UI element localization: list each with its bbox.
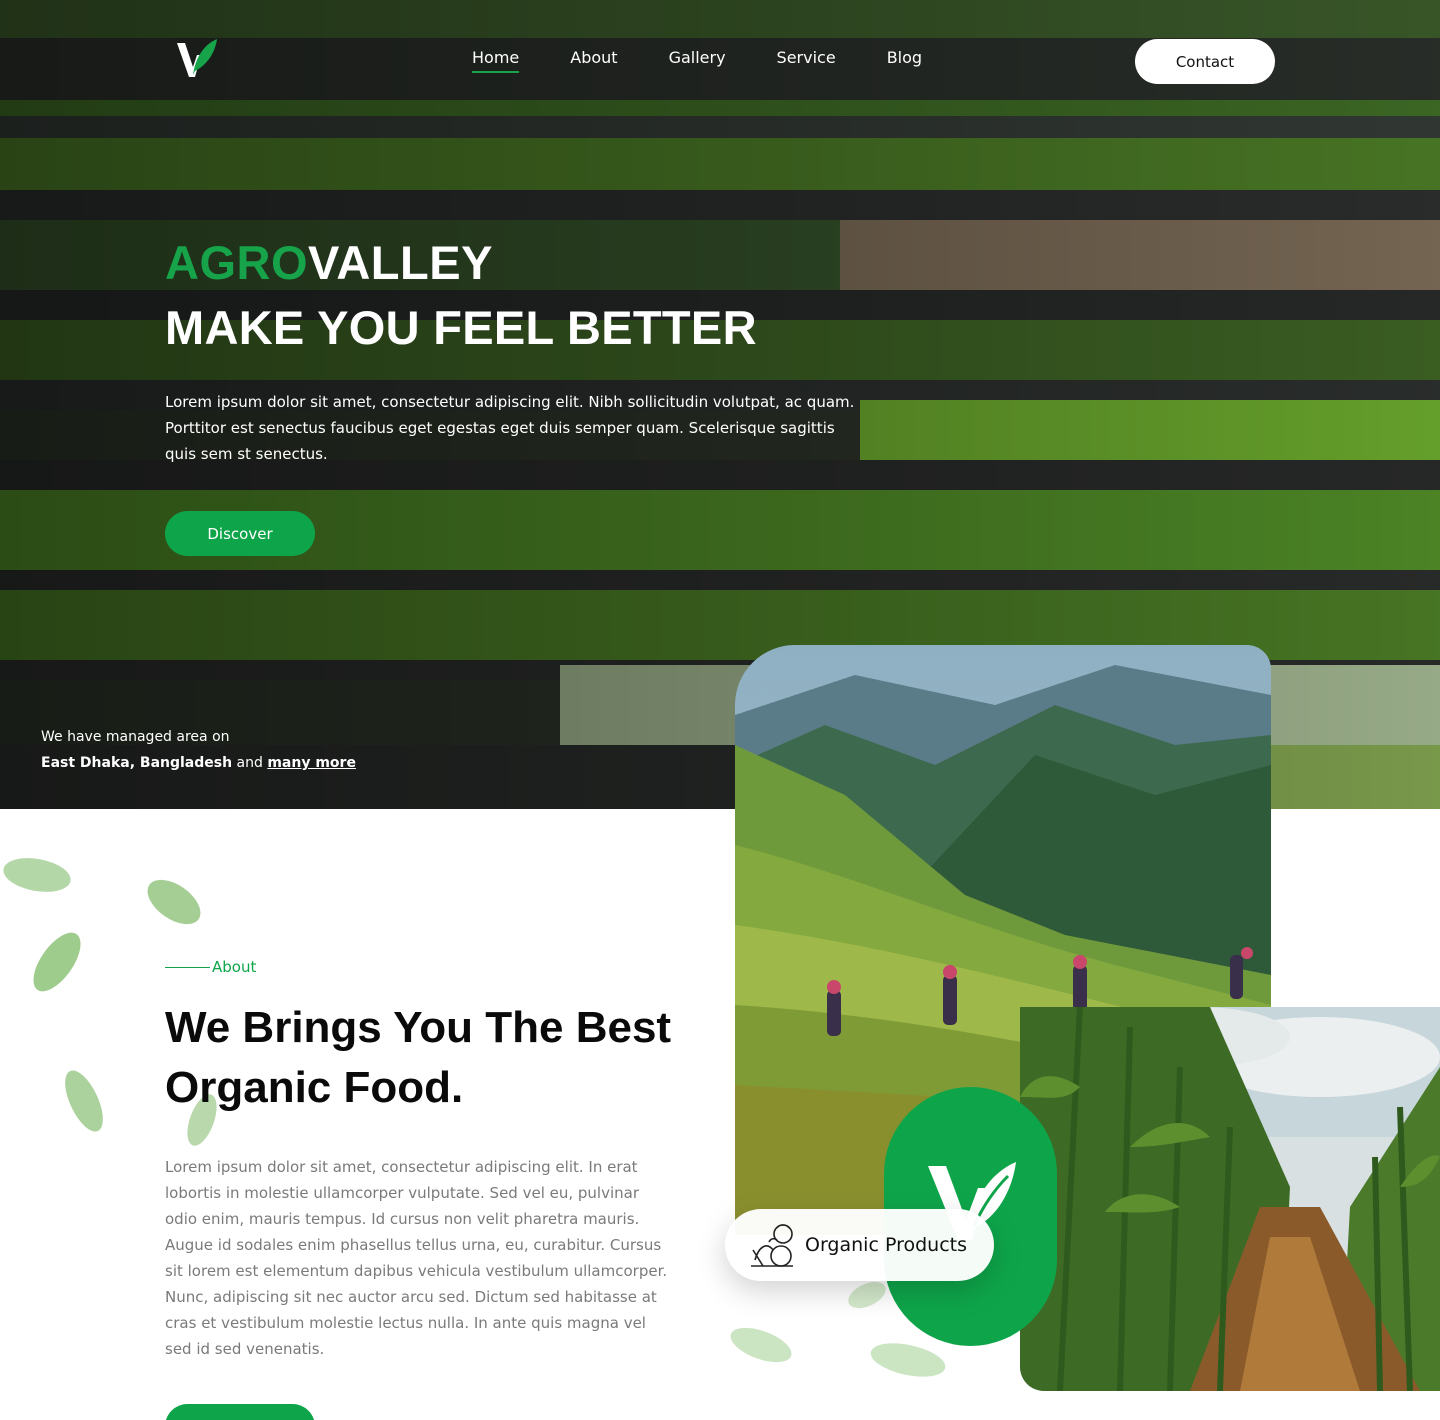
leaf-v-logo-icon[interactable] (173, 37, 219, 81)
floating-leaf-icon (870, 1343, 946, 1377)
managed-intro: We have managed area on (41, 729, 230, 745)
hero-brand-rest: VALLEY (308, 236, 493, 289)
hero-brand-line: AGROVALLEY (165, 236, 757, 290)
floating-leaf-icon (3, 858, 71, 892)
hero-title: AGROVALLEY MAKE YOU FEEL BETTER (165, 236, 757, 355)
floating-leaf-icon (65, 1070, 103, 1132)
vegetables-icon (751, 1224, 793, 1267)
hero-brand-accent: AGRO (165, 236, 308, 289)
about-title: We Brings You The Best Organic Food. (165, 1003, 672, 1112)
nav-item-about[interactable]: About (570, 48, 617, 73)
main-nav: Home About Gallery Service Blog (472, 48, 973, 73)
corn-field-image (1020, 1007, 1440, 1391)
about-description: Lorem ipsum dolor sit amet, consectetur … (165, 1158, 668, 1358)
managed-location: East Dhaka, Bangladesh (41, 755, 233, 771)
many-more-link[interactable]: many more (267, 755, 356, 771)
managed-area-note: We have managed area on East Dhaka, Bang… (41, 724, 356, 776)
organic-products-badge[interactable]: Organic Products (725, 1209, 994, 1281)
organic-products-label: Organic Products (805, 1234, 967, 1256)
about-cta-button[interactable] (165, 1404, 315, 1420)
floating-leaf-icon (147, 879, 201, 925)
nav-item-home[interactable]: Home (472, 48, 520, 73)
nav-item-blog[interactable]: Blog (887, 48, 922, 73)
nav-item-gallery[interactable]: Gallery (669, 48, 726, 73)
eyebrow-rule (165, 966, 210, 968)
floating-leaf-icon (848, 1281, 886, 1309)
floating-leaf-icon (730, 1327, 792, 1363)
hero-subtitle: MAKE YOU FEEL BETTER (165, 301, 757, 354)
about-eyebrow-label: About (212, 958, 257, 976)
about-eyebrow: About (165, 958, 256, 976)
nav-item-service[interactable]: Service (777, 48, 836, 73)
hero-description: Lorem ipsum dolor sit amet, consectetur … (165, 393, 855, 463)
discover-button[interactable]: Discover (165, 511, 315, 556)
managed-and: and (236, 755, 263, 771)
contact-button[interactable]: Contact (1135, 39, 1275, 84)
corn-field-illustration (1020, 1007, 1440, 1391)
floating-leaf-icon (33, 932, 81, 992)
